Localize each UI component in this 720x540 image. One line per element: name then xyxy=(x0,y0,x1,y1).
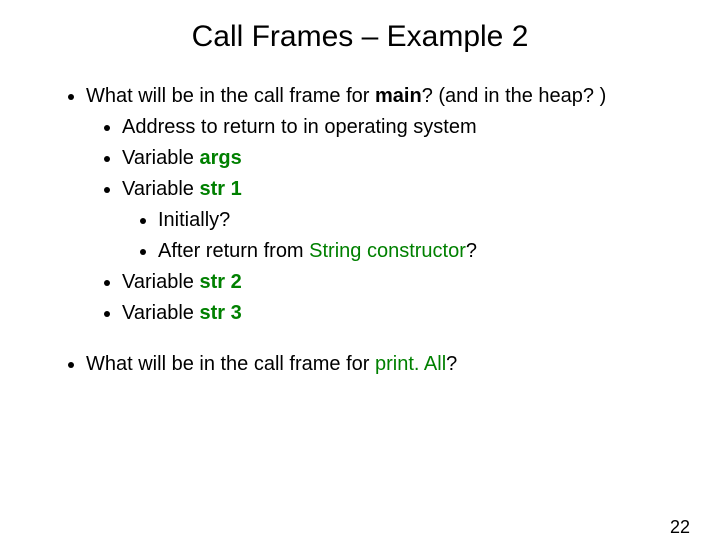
text: Variable xyxy=(122,302,199,324)
bullet-var-str2: Variable str 2 xyxy=(122,268,680,297)
bullet-var-str3: Variable str 3 xyxy=(122,299,680,328)
text: What will be in the call frame for xyxy=(86,353,375,375)
code-string-constructor: String constructor xyxy=(309,240,466,262)
bullet-printall-question: What will be in the call frame for print… xyxy=(86,350,680,379)
code-args: args xyxy=(199,147,241,169)
text: ? xyxy=(466,240,477,262)
page-number: 22 xyxy=(670,517,690,538)
code-str2: str 2 xyxy=(199,271,241,293)
text: ? xyxy=(446,353,457,375)
text: Variable xyxy=(122,271,199,293)
code-main: main xyxy=(375,85,422,107)
text: After return from xyxy=(158,240,309,262)
bullet-main-question: What will be in the call frame for main?… xyxy=(86,82,680,328)
code-str1: str 1 xyxy=(199,178,241,200)
bullet-after-return: After return from String constructor? xyxy=(158,237,680,266)
text: Variable xyxy=(122,178,199,200)
slide: Call Frames – Example 2 What will be in … xyxy=(0,20,720,540)
bullet-var-str1: Variable str 1 Initially? After return f… xyxy=(122,175,680,266)
bullet-return-address: Address to return to in operating system xyxy=(122,113,680,142)
text: Variable xyxy=(122,147,199,169)
code-str3: str 3 xyxy=(199,302,241,324)
spacer xyxy=(60,330,680,348)
bullet-var-args: Variable args xyxy=(122,144,680,173)
slide-title: Call Frames – Example 2 xyxy=(0,20,720,54)
code-printall: print. All xyxy=(375,353,446,375)
text: ? (and in the heap? ) xyxy=(422,85,607,107)
text: What will be in the call frame for xyxy=(86,85,375,107)
bullet-initially: Initially? xyxy=(158,206,680,235)
slide-body: What will be in the call frame for main?… xyxy=(60,82,680,379)
